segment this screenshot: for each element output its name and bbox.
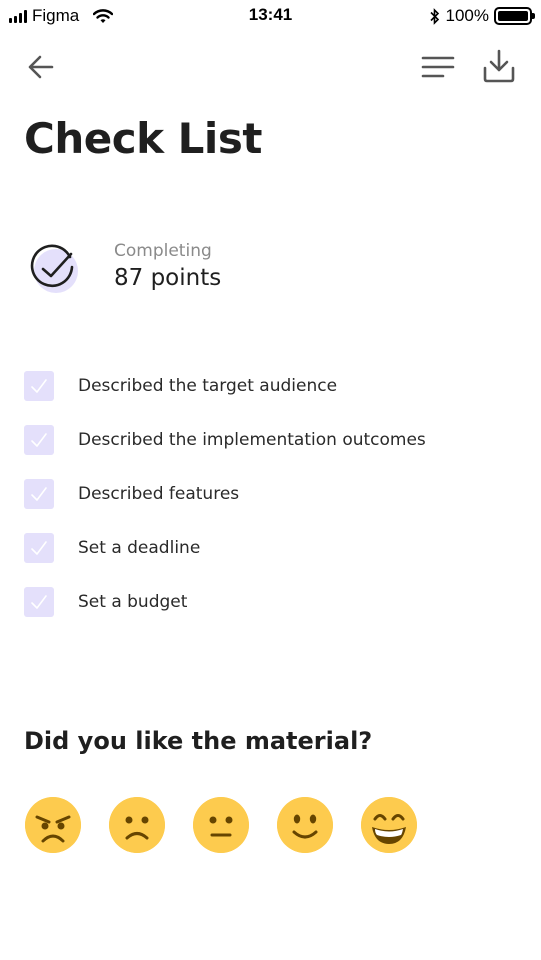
checkbox[interactable]: [24, 479, 54, 509]
bluetooth-icon: [429, 7, 439, 25]
rating-question: Did you like the material?: [24, 727, 373, 755]
checkbox[interactable]: [24, 425, 54, 455]
download-icon[interactable]: [482, 48, 516, 84]
neutral-face-icon[interactable]: [193, 797, 249, 853]
checklist-item-label: Described the implementation outcomes: [78, 430, 426, 450]
battery-icon: [494, 7, 535, 25]
progress-label: Completing: [114, 241, 212, 261]
slightly-smiling-face-icon[interactable]: [277, 797, 333, 853]
checkbox[interactable]: [24, 533, 54, 563]
checklist-item-label: Set a budget: [78, 592, 188, 612]
progress-value: 87 points: [114, 265, 222, 291]
checkmark-icon: [31, 487, 47, 501]
checklist-item[interactable]: Described the target audience: [24, 371, 524, 401]
check-circle-icon: [30, 244, 78, 293]
checkmark-icon: [31, 541, 47, 555]
status-bar: Figma 13:41 100%: [0, 0, 541, 32]
checklist-item[interactable]: Set a budget: [24, 587, 524, 617]
progress-summary: Completing 87 points: [114, 241, 221, 291]
rating-options: [25, 797, 417, 853]
page-title: Check List: [24, 114, 262, 163]
checklist-item[interactable]: Set a deadline: [24, 533, 524, 563]
checkmark-icon: [31, 379, 47, 393]
checklist-item-label: Described features: [78, 484, 240, 504]
checklist-item-label: Described the target audience: [78, 376, 338, 396]
checkmark-icon: [31, 433, 47, 447]
frowning-face-icon[interactable]: [109, 797, 165, 853]
checkmark-icon: [31, 595, 47, 609]
checkbox[interactable]: [24, 371, 54, 401]
battery-percentage: 100%: [445, 6, 489, 25]
status-right: 100%: [429, 6, 535, 26]
checklist-item[interactable]: Described the implementation outcomes: [24, 425, 524, 455]
checklist-item[interactable]: Described features: [24, 479, 524, 509]
grinning-face-icon[interactable]: [361, 797, 417, 853]
checklist-item-label: Set a deadline: [78, 538, 201, 558]
menu-icon[interactable]: [421, 52, 455, 82]
checkbox[interactable]: [24, 587, 54, 617]
arrow-left-icon[interactable]: [26, 52, 56, 82]
angry-face-icon[interactable]: [25, 797, 81, 853]
checklist: Described the target audience Described …: [24, 371, 524, 641]
